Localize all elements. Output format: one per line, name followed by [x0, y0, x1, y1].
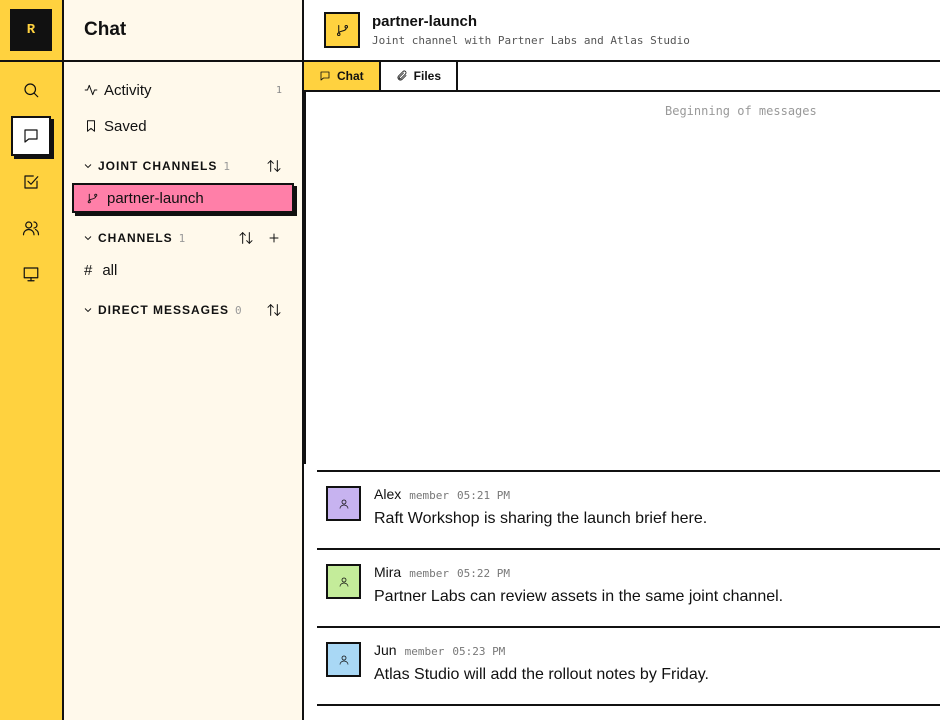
- channel-tabs: Chat Files: [304, 62, 940, 92]
- plus-icon[interactable]: [266, 230, 282, 246]
- message-text: Atlas Studio will add the rollout notes …: [374, 666, 709, 683]
- git-branch-icon: [87, 193, 98, 203]
- chevron-down-icon: [84, 164, 92, 169]
- message-role: member: [409, 489, 449, 502]
- people-icon: [22, 221, 40, 236]
- user-icon: [339, 499, 348, 509]
- section-channels-count: 1: [178, 231, 186, 245]
- avatar[interactable]: [326, 642, 361, 677]
- message-role: member: [409, 567, 449, 580]
- channel-item-partner-launch[interactable]: partner-launch: [72, 183, 294, 213]
- channel-icon: [324, 12, 360, 48]
- channel-title: partner-launch: [372, 13, 478, 30]
- workspace-logo[interactable]: R: [10, 9, 52, 51]
- channel-item-label: all: [102, 261, 118, 279]
- channel-header: partner-launch Joint channel with Partne…: [304, 0, 940, 62]
- section-joint-channels-count: 1: [223, 159, 230, 173]
- message-time: 05:21 PM: [456, 489, 510, 502]
- sidebar-item-saved[interactable]: Saved: [72, 111, 292, 141]
- git-branch-icon: [336, 24, 348, 36]
- hash-icon: #: [84, 261, 93, 279]
- section-joint-channels[interactable]: JOINT CHANNELS 1: [72, 154, 292, 178]
- monitor-icon: [23, 267, 39, 282]
- rail-chat-button[interactable]: [11, 116, 51, 156]
- channel-item-all[interactable]: # all: [72, 256, 294, 284]
- tab-files[interactable]: Files: [381, 62, 459, 90]
- sidebar-title: Chat: [64, 0, 302, 62]
- paperclip-icon: [397, 70, 407, 81]
- sidebar-item-activity[interactable]: Activity 1: [72, 75, 292, 105]
- app-rail: R: [0, 0, 64, 720]
- chat-icon: [24, 129, 38, 143]
- search-icon: [24, 83, 39, 98]
- avatar[interactable]: [326, 486, 361, 521]
- section-joint-channels-label: JOINT CHANNELS: [98, 159, 218, 173]
- tasks-icon: [24, 175, 39, 189]
- avatar[interactable]: [326, 564, 361, 599]
- message-item: Alex member 05:21 PM Raft Workshop is sh…: [317, 470, 940, 548]
- channel-description: Joint channel with Partner Labs and Atla…: [372, 34, 690, 47]
- activity-label: Activity: [104, 81, 152, 99]
- activity-icon: [84, 84, 98, 96]
- tab-chat[interactable]: Chat: [304, 62, 381, 90]
- message-time: 05:22 PM: [456, 567, 510, 580]
- section-channels-label: CHANNELS: [98, 231, 173, 245]
- beginning-of-messages: Beginning of messages: [665, 104, 817, 118]
- section-direct-messages-label: DIRECT MESSAGES: [98, 303, 230, 317]
- rail-people-button[interactable]: [11, 208, 51, 248]
- section-channels[interactable]: CHANNELS 1: [72, 226, 292, 250]
- sort-icon[interactable]: [238, 230, 254, 246]
- saved-label: Saved: [104, 117, 147, 135]
- user-icon: [339, 577, 348, 587]
- message-time: 05:23 PM: [452, 645, 506, 658]
- sort-icon[interactable]: [266, 158, 282, 174]
- message-text: Partner Labs can review assets in the sa…: [374, 588, 784, 605]
- message-author[interactable]: Alex: [374, 486, 401, 502]
- rail-tasks-button[interactable]: [11, 162, 51, 202]
- chat-sidebar: Chat Activity 1 Saved JOINT CHANNELS 1 p…: [64, 0, 304, 720]
- message-author[interactable]: Jun: [374, 642, 397, 658]
- activity-count: 1: [275, 84, 282, 96]
- section-direct-messages-count: 0: [235, 303, 242, 317]
- section-direct-messages[interactable]: DIRECT MESSAGES 0: [72, 298, 292, 322]
- sort-icon[interactable]: [266, 302, 282, 318]
- message-text: Raft Workshop is sharing the launch brie…: [374, 510, 708, 527]
- rail-search-button[interactable]: [11, 70, 51, 110]
- scroll-divider: [304, 92, 306, 464]
- chat-main: partner-launch Joint channel with Partne…: [304, 0, 940, 720]
- user-icon: [339, 655, 348, 665]
- bookmark-icon: [87, 120, 95, 132]
- channel-item-label: partner-launch: [107, 189, 204, 207]
- message-item: Jun member 05:23 PM Atlas Studio will ad…: [317, 626, 940, 704]
- message-list-end: [317, 704, 940, 706]
- chat-icon: [320, 71, 330, 81]
- chevron-down-icon: [84, 308, 92, 313]
- message-item: Mira member 05:22 PM Partner Labs can re…: [317, 548, 940, 626]
- tab-chat-label: Chat: [337, 69, 364, 83]
- chevron-down-icon: [84, 236, 92, 241]
- rail-monitor-button[interactable]: [11, 254, 51, 294]
- tab-files-label: Files: [413, 69, 442, 83]
- message-role: member: [404, 645, 445, 658]
- message-author[interactable]: Mira: [374, 564, 401, 580]
